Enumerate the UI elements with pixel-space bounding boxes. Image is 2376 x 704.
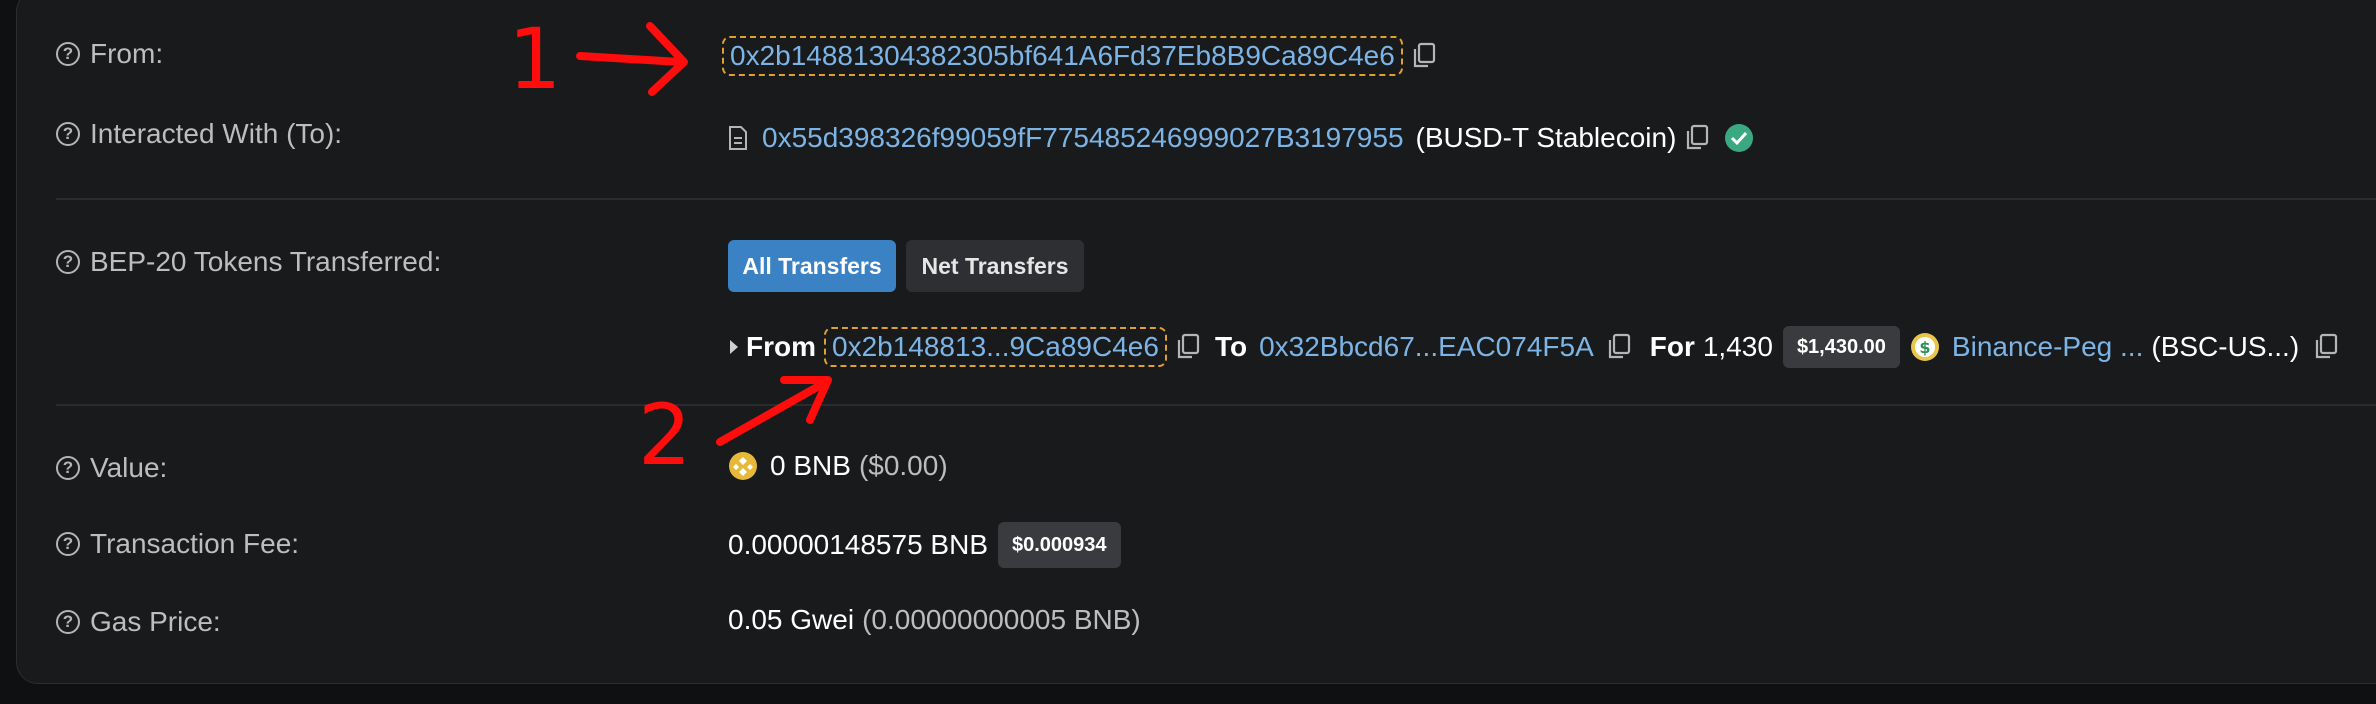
annotation-number-2: 2	[638, 386, 692, 484]
annotation-number-1: 1	[508, 10, 562, 108]
fee-usd-badge: $0.000934	[998, 522, 1121, 568]
transfer-from-link[interactable]: 0x2b148813...9Ca89C4e6	[824, 327, 1167, 367]
from-label-row: ? From:	[56, 38, 163, 70]
value-label-row: ? Value:	[56, 452, 167, 484]
interacted-label: Interacted With (To):	[90, 118, 343, 149]
tab-all-transfers[interactable]: All Transfers	[728, 240, 896, 292]
gas-row: 0.05 Gwei (0.00000000005 BNB)	[728, 604, 1141, 636]
help-icon[interactable]: ?	[56, 610, 80, 634]
svg-text:$: $	[1919, 338, 1930, 357]
transfer-tabs: All Transfers Net Transfers	[728, 240, 1084, 292]
from-word: From	[746, 331, 816, 362]
annotation-arrow-1	[576, 22, 688, 96]
from-label: From:	[90, 38, 164, 69]
transfer-to-link[interactable]: 0x32Bbcd67...EAC074F5A	[1259, 331, 1594, 363]
help-icon[interactable]: ?	[56, 456, 80, 480]
tab-net-transfers[interactable]: Net Transfers	[906, 240, 1084, 292]
contract-name: (BUSD-T Stablecoin)	[1415, 122, 1677, 153]
from-address-link[interactable]: 0x2b14881304382305bf641A6Fd37Eb8B9Ca89C4…	[722, 36, 1403, 76]
help-icon[interactable]: ?	[56, 532, 80, 556]
divider	[56, 404, 2376, 406]
contract-file-icon	[729, 126, 747, 150]
gas-label: Gas Price:	[90, 606, 221, 637]
fee-amount: 0.00000148575 BNB	[728, 529, 988, 560]
caret-right-icon[interactable]	[728, 339, 740, 355]
value-usd: ($0.00)	[858, 450, 948, 481]
fee-row: 0.00000148575 BNB $0.000934	[728, 522, 1121, 568]
token-name-link[interactable]: Binance-Peg ...	[1952, 331, 2143, 363]
transfer-usd-badge: $1,430.00	[1782, 326, 1900, 368]
gas-bnb: (0.00000000005 BNB)	[862, 604, 1141, 635]
copy-icon[interactable]	[1175, 333, 1201, 361]
copy-icon[interactable]	[2313, 333, 2339, 361]
value-label: Value:	[90, 452, 168, 483]
transfer-row: From 0x2b148813...9Ca89C4e6 To 0x32Bbcd6…	[728, 326, 2339, 368]
tokens-label-row: ? BEP-20 Tokens Transferred:	[56, 246, 441, 278]
annotation-arrow-2	[716, 376, 832, 446]
divider	[56, 198, 2376, 200]
tokens-label: BEP-20 Tokens Transferred:	[90, 246, 442, 277]
transfer-amount: 1,430	[1702, 331, 1773, 362]
fee-label: Transaction Fee:	[90, 528, 300, 559]
help-icon[interactable]: ?	[56, 250, 80, 274]
interacted-value-row: 0x55d398326f99059fF775485246999027B31979…	[728, 122, 1754, 154]
copy-icon[interactable]	[1411, 42, 1437, 70]
usdt-token-icon: $	[1910, 333, 1939, 361]
interacted-label-row: ? Interacted With (To):	[56, 118, 342, 150]
from-value-row: 0x2b14881304382305bf641A6Fd37Eb8B9Ca89C4…	[722, 36, 1437, 76]
contract-address-link[interactable]: 0x55d398326f99059fF775485246999027B31979…	[762, 122, 1404, 154]
verified-check-icon	[1725, 124, 1754, 152]
gas-amount: 0.05 Gwei	[728, 604, 855, 635]
help-icon[interactable]: ?	[56, 42, 80, 66]
token-symbol: (BSC-US...)	[2151, 331, 2300, 362]
to-word: To	[1214, 331, 1248, 362]
copy-icon[interactable]	[1684, 124, 1710, 152]
help-icon[interactable]: ?	[56, 122, 80, 146]
copy-icon[interactable]	[1606, 333, 1632, 361]
fee-label-row: ? Transaction Fee:	[56, 528, 299, 560]
for-word: For	[1649, 331, 1695, 362]
gas-label-row: ? Gas Price:	[56, 606, 221, 638]
